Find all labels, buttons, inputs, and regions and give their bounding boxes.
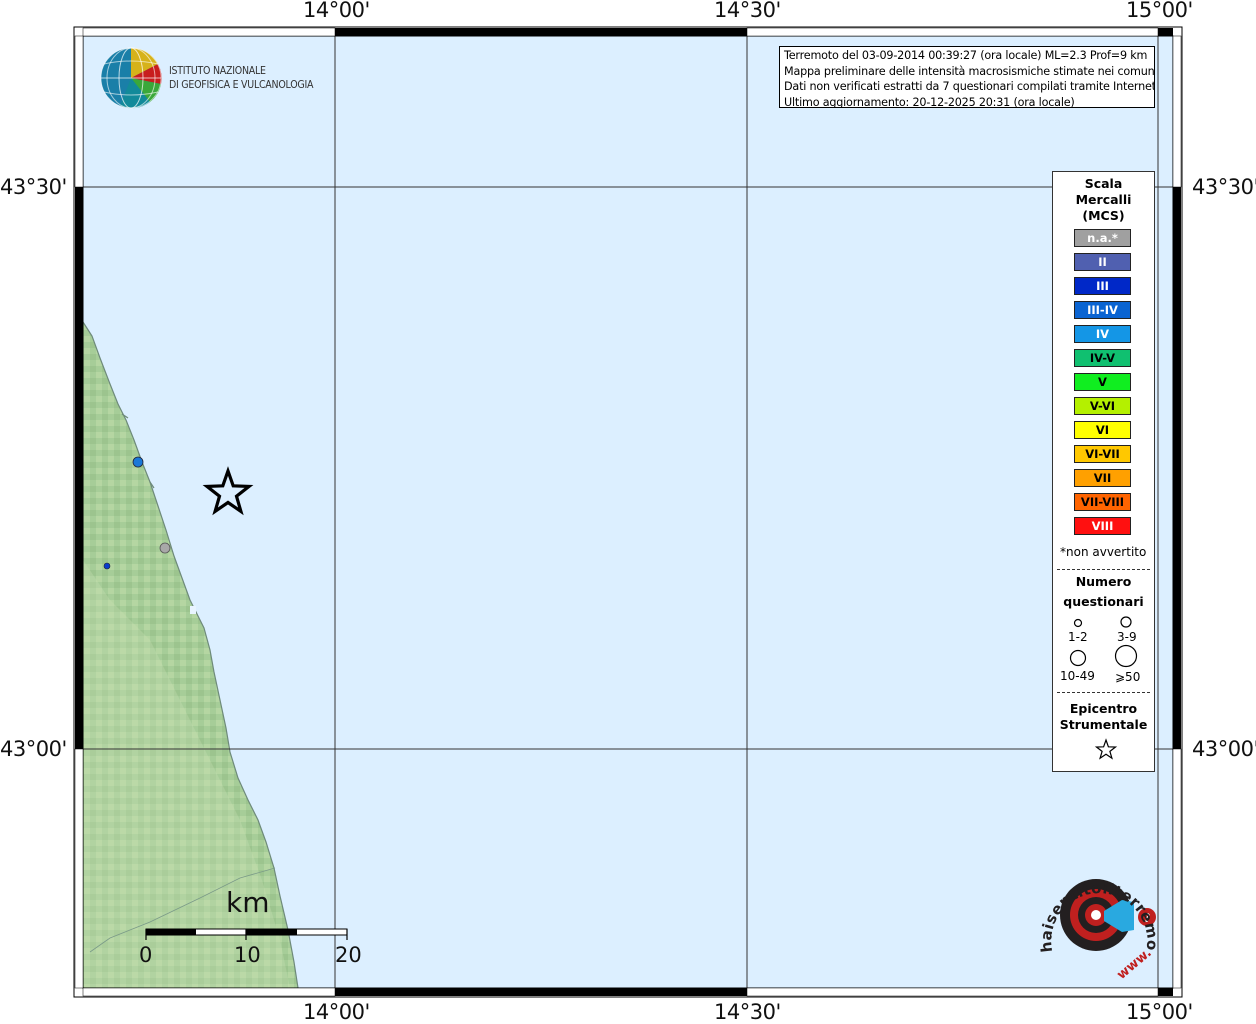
legend-panel: Scala Mercalli (MCS) n.a.* II III III-IV IV I… [1052, 171, 1155, 772]
scale-tick-0: 0 [139, 943, 153, 967]
count-title-1: Numero [1075, 574, 1132, 589]
intensity-swatch-ii: II [1074, 253, 1131, 271]
legend-title-1: Scala [1084, 176, 1123, 191]
lon-label-bottom-14-00: 14°00' [303, 1000, 370, 1024]
ingv-globe-icon [100, 47, 162, 109]
intensity-swatch-v: V [1074, 373, 1131, 391]
epicenter-title-1: Epicentro [1069, 701, 1138, 716]
count-size-3-9-icon [1120, 616, 1132, 628]
lon-label-bottom-14-30: 14°30' [714, 1000, 781, 1024]
coast-structure [190, 606, 196, 614]
lon-label-bottom-15-00: 15°00' [1126, 1000, 1193, 1024]
intensity-swatch-iv-v: IV-V [1074, 349, 1131, 367]
ingv-logo-text: ISTITUTO NAZIONALE DI GEOFISICA E VULCAN… [169, 64, 313, 92]
legend-star-icon [1094, 738, 1118, 760]
legend-divider-1 [1057, 569, 1150, 570]
intensity-swatch-vii-viii: VII-VIII [1074, 493, 1131, 511]
intensity-swatch-iii-iv: III-IV [1074, 301, 1131, 319]
lat-label-right-43-00: 43°00' [1192, 737, 1256, 761]
intensity-swatch-vi-vii: VI-VII [1074, 445, 1131, 463]
intensity-swatch-iii: III [1074, 277, 1131, 295]
legend-divider-2 [1057, 692, 1150, 693]
haisentito-url-prefix: www. [1114, 945, 1154, 982]
lon-label-top-14-30: 14°30' [714, 0, 781, 22]
intensity-swatch-vii: VII [1074, 469, 1131, 487]
event-info-line-3: Dati non verificati estratti da 7 questi… [784, 80, 1155, 93]
lon-label-top-15-00: 15°00' [1126, 0, 1193, 22]
observation-point-iii[interactable] [103, 562, 111, 570]
scale-tick-20: 20 [335, 943, 362, 967]
lon-label-top-14-00: 14°00' [303, 0, 370, 22]
observation-point-na[interactable] [159, 542, 171, 554]
scale-tick-10: 10 [234, 943, 261, 967]
event-info-line-1: Terremoto del 03-09-2014 00:39:27 (ora l… [784, 49, 1148, 62]
count-size-1-2-icon [1073, 618, 1083, 628]
count-title-2: questionari [1063, 594, 1144, 609]
lat-label-left-43-00: 43°00' [0, 737, 67, 761]
intensity-swatch-iv: IV [1074, 325, 1131, 343]
count-label-1-2: 1-2 [1068, 630, 1088, 644]
ingv-logo-line-2: DI GEOFISICA E VULCANOLOGIA [169, 78, 314, 91]
legend-title-2: Mercalli [1075, 192, 1132, 207]
ingv-logo-line-1: ISTITUTO NAZIONALE [169, 64, 266, 77]
event-info-line-2: Mappa preliminare delle intensità macros… [784, 64, 1155, 78]
haisentito-arc-text: haisentitoilterremoto.it [1030, 852, 1161, 953]
event-info-line-4: Ultimo aggiornamento: 20-12-2025 20:31 (… [784, 95, 1075, 108]
haisentito-watermark-text: haisentitoilterremoto.it www. [1030, 852, 1162, 982]
scale-unit-label: km [226, 886, 270, 919]
epicenter-title-2: Strumentale [1059, 717, 1148, 732]
count-size-50-icon [1114, 644, 1138, 668]
legend-note: *non avvertito [1060, 545, 1147, 559]
intensity-swatch-viii: VIII [1074, 517, 1131, 535]
count-label-10-49: 10-49 [1060, 669, 1095, 683]
observation-point-iv[interactable] [132, 456, 144, 468]
lat-label-right-43-30: 43°30' [1192, 175, 1256, 199]
count-label-50: ⩾50 [1115, 670, 1141, 684]
legend-title-3: (MCS) [1082, 208, 1125, 223]
intensity-swatch-v-vi: V-VI [1074, 397, 1131, 415]
lat-label-left-43-30: 43°30' [0, 175, 67, 199]
intensity-swatch-vi: VI [1074, 421, 1131, 439]
count-label-3-9: 3-9 [1117, 630, 1137, 644]
svg-text:haisentitoilterremoto.it: haisentitoilterremoto.it [1030, 852, 1162, 953]
intensity-swatch-n-a: n.a.* [1074, 229, 1131, 247]
event-info-box: Terremoto del 03-09-2014 00:39:27 (ora l… [779, 46, 1155, 108]
count-size-10-49-icon [1069, 649, 1087, 667]
